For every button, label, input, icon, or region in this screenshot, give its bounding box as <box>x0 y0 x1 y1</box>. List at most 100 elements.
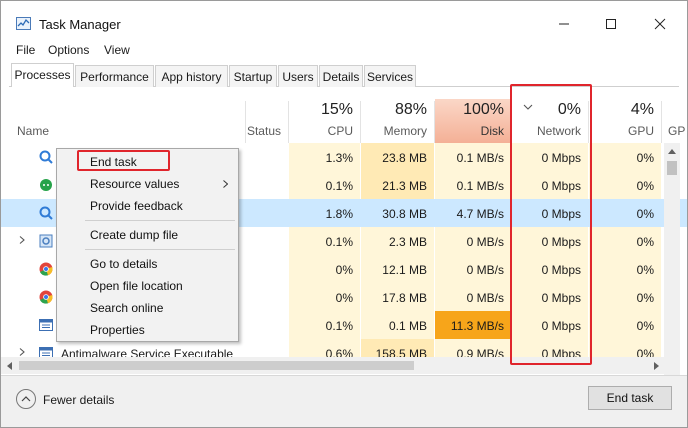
column-name[interactable]: Name <box>1 87 245 143</box>
column-gpu-label: GPU <box>627 124 654 138</box>
tab-performance[interactable]: Performance <box>75 65 154 87</box>
chrome-icon <box>39 290 53 304</box>
end-task-button[interactable]: End task <box>588 386 672 410</box>
close-icon <box>654 18 666 30</box>
disk-value: 0 MB/s <box>435 283 511 311</box>
task-manager-window: Task Manager File Options View Processes… <box>0 0 688 428</box>
vertical-scrollbar[interactable] <box>664 143 680 375</box>
cpu-value: 0% <box>289 255 360 283</box>
menu-item-label: Resource values <box>90 177 180 191</box>
end-task-highlight <box>77 150 170 171</box>
cpu-value: 0.1% <box>289 171 360 199</box>
column-memory[interactable]: 88% Memory <box>361 87 434 143</box>
disk-value: 0 MB/s <box>435 227 511 255</box>
gpu-value: 0% <box>589 227 661 255</box>
memory-value: 12.1 MB <box>361 255 434 283</box>
memory-value: 2.3 MB <box>361 227 434 255</box>
gpu-total-percent: 4% <box>630 101 654 118</box>
chrome-icon <box>39 262 53 276</box>
window-app-icon <box>39 319 53 331</box>
memory-value: 30.8 MB <box>382 207 427 221</box>
column-gpu-engine-label: GP <box>668 124 686 138</box>
tab-details[interactable]: Details <box>319 65 363 87</box>
fewer-details-button[interactable] <box>16 389 36 409</box>
task-manager-app-icon <box>16 17 31 30</box>
vertical-scroll-thumb[interactable] <box>667 161 677 175</box>
search-app-icon <box>39 206 53 220</box>
chat-app-icon <box>40 179 52 191</box>
disk-value: 0.9 MB/s <box>435 339 511 357</box>
tab-services[interactable]: Services <box>364 65 416 87</box>
scroll-right-button[interactable] <box>648 357 664 374</box>
expand-chevron-icon[interactable] <box>18 236 26 244</box>
menu-item-properties[interactable]: Properties <box>57 319 238 341</box>
memory-total-percent: 88% <box>394 101 427 118</box>
menu-bar: File Options View <box>1 41 687 61</box>
menu-file[interactable]: File <box>16 43 35 57</box>
memory-value: 23.8 MB <box>361 143 434 171</box>
service-gear-icon <box>39 234 53 248</box>
tab-processes[interactable]: Processes <box>11 63 74 87</box>
maximize-button[interactable] <box>588 9 634 39</box>
column-disk-label: Disk <box>480 124 504 138</box>
tab-app-history[interactable]: App history <box>155 65 228 87</box>
gpu-value: 0% <box>589 283 661 311</box>
window-title: Task Manager <box>39 17 121 32</box>
disk-total-percent: 100% <box>463 101 504 118</box>
chevron-up-icon <box>21 396 31 402</box>
gpu-value: 0% <box>589 143 661 171</box>
expand-chevron-icon[interactable] <box>18 348 26 356</box>
menu-item-open-file-location[interactable]: Open file location <box>57 275 238 297</box>
column-cpu-label: CPU <box>327 124 353 138</box>
disk-value: 0.1 MB/s <box>435 171 511 199</box>
network-column-highlight <box>510 84 592 365</box>
cpu-value: 0.1% <box>289 311 360 339</box>
cpu-value: 0.6% <box>289 339 360 357</box>
submenu-arrow-icon <box>223 180 228 188</box>
window-app-icon <box>39 347 53 357</box>
horizontal-scroll-thumb[interactable] <box>19 361 414 370</box>
cpu-value: 1.3% <box>289 143 360 171</box>
scroll-up-icon <box>668 148 676 154</box>
column-status[interactable]: Status <box>246 87 288 143</box>
gpu-value: 0% <box>636 207 654 221</box>
search-app-icon <box>39 150 53 164</box>
memory-value: 17.8 MB <box>361 283 434 311</box>
tab-users[interactable]: Users <box>278 65 318 87</box>
menu-item-search-online[interactable]: Search online <box>57 297 238 319</box>
minimize-icon <box>559 23 569 25</box>
gpu-value: 0% <box>589 171 661 199</box>
menu-item-create-dump-file[interactable]: Create dump file <box>57 224 238 246</box>
disk-value: 11.3 MB/s <box>435 311 511 339</box>
column-gpu-engine[interactable]: GP <box>662 87 687 143</box>
menu-item-go-to-details[interactable]: Go to details <box>57 253 238 275</box>
memory-value: 21.3 MB <box>361 171 434 199</box>
menu-item-resource-values[interactable]: Resource values <box>57 173 238 195</box>
menu-separator <box>85 220 235 221</box>
menu-item-provide-feedback[interactable]: Provide feedback <box>57 195 238 217</box>
column-gpu[interactable]: 4% GPU <box>589 87 661 143</box>
fewer-details-link[interactable]: Fewer details <box>43 393 114 407</box>
scroll-up-button[interactable] <box>664 143 680 159</box>
disk-value: 0.1 MB/s <box>435 143 511 171</box>
column-cpu[interactable]: 15% CPU <box>289 87 360 143</box>
title-bar: Task Manager <box>1 1 687 39</box>
close-button[interactable] <box>637 9 683 39</box>
column-status-label: Status <box>246 124 281 138</box>
scroll-left-icon <box>6 361 12 370</box>
footer-bar: Fewer details End task <box>1 375 687 427</box>
disk-value: 4.7 MB/s <box>456 207 504 221</box>
gpu-value: 0% <box>589 311 661 339</box>
memory-value: 158.5 MB <box>361 339 434 357</box>
memory-value: 0.1 MB <box>361 311 434 339</box>
scroll-left-button[interactable] <box>1 357 17 374</box>
column-disk[interactable]: 100% Disk <box>435 87 511 143</box>
scroll-right-icon <box>653 361 659 370</box>
context-menu: End task Resource values Provide feedbac… <box>56 148 239 342</box>
minimize-button[interactable] <box>541 9 587 39</box>
gpu-value: 0% <box>589 255 661 283</box>
maximize-icon <box>606 19 616 29</box>
menu-view[interactable]: View <box>104 43 130 57</box>
menu-options[interactable]: Options <box>48 43 89 57</box>
tab-startup[interactable]: Startup <box>229 65 277 87</box>
